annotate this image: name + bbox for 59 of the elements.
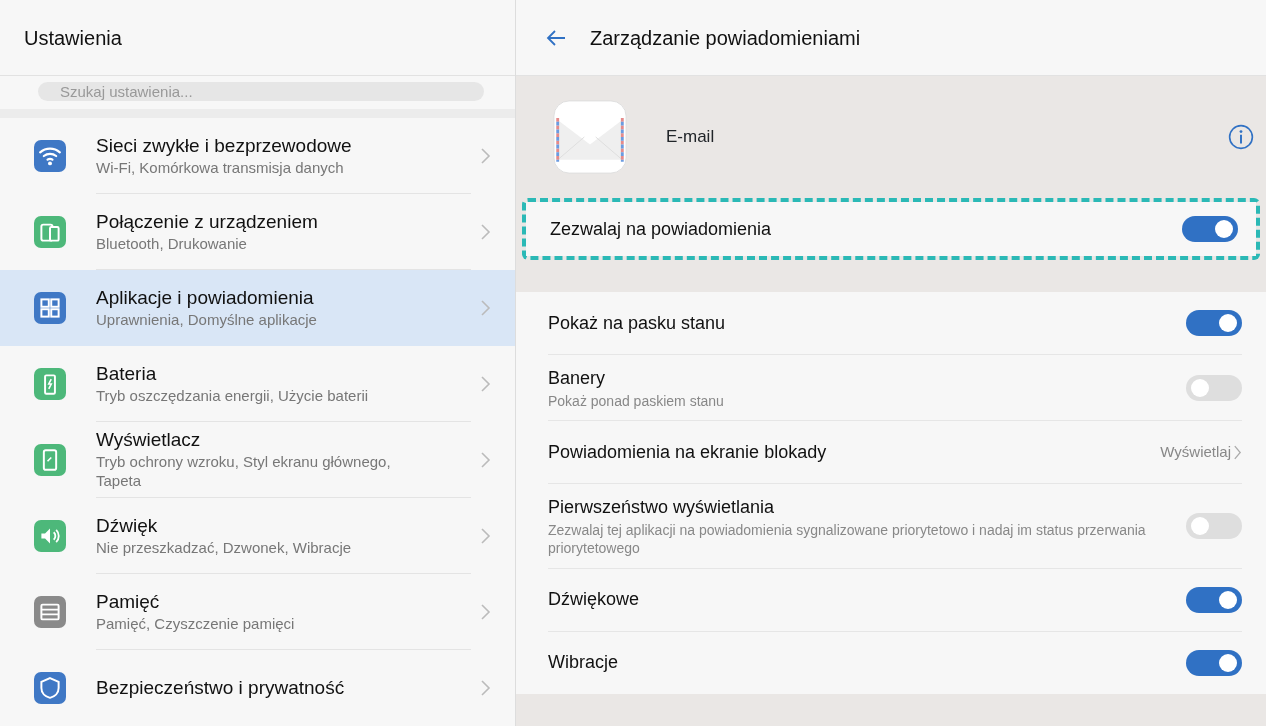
chevron-icon: [479, 147, 491, 165]
toggle-switch[interactable]: [1186, 649, 1242, 676]
item-subtitle: Bluetooth, Drukowanie: [96, 233, 248, 254]
toggle-switch[interactable]: [1186, 374, 1242, 401]
search-field[interactable]: Szukaj ustawienia...: [38, 82, 484, 101]
wifi-icon: [34, 140, 66, 172]
item-subtitle: Tryb ochrony wzroku, Styl ekranu głównego, Tapeta: [96, 451, 392, 491]
setting-label: Dźwiękowe: [548, 588, 641, 612]
setting-label: Pokaż na pasku stanu: [548, 311, 727, 335]
devices-icon: [34, 216, 66, 248]
settings-item[interactable]: Pamięć Pamięć, Czyszczenie pamięci: [0, 574, 515, 650]
chevron-icon: [479, 375, 491, 393]
item-title: Sieci zwykłe i bezprzewodowe: [96, 133, 353, 158]
setting-description: Zezwalaj tej aplikacji na powiadomienia sygnalizowane priorytetowo i nadaj im status przerwania priorytetowego: [548, 521, 1147, 558]
item-subtitle: Tryb oszczędzania energii, Użycie baterii: [96, 385, 370, 406]
chevron-icon: [479, 299, 491, 317]
shield-icon: [34, 672, 66, 704]
item-subtitle: Uprawnienia, Domyślne aplikacje: [96, 310, 318, 330]
item-title: Pamięć: [96, 589, 161, 614]
chevron-icon: [479, 451, 491, 469]
toggle-switch[interactable]: [1186, 512, 1242, 539]
item-title: Bezpieczeństwo i prywatność: [96, 676, 346, 700]
app-name: E-mail: [666, 126, 716, 149]
item-subtitle: Pamięć, Czyszczenie pamięci: [96, 613, 296, 634]
info-icon[interactable]: [1228, 124, 1254, 150]
settings-item[interactable]: Sieci zwykłe i bezprzewodowe Wi-Fi, Komórkowa transmisja danych: [0, 118, 515, 194]
chevron-icon: [1233, 443, 1242, 461]
setting-label: Powiadomienia na ekranie blokady: [548, 440, 828, 464]
settings-item[interactable]: Bateria Tryb oszczędzania energii, Użycie baterii: [0, 346, 515, 422]
setting-label: Pierwszeństwo wyświetlania: [548, 496, 776, 520]
settings-item[interactable]: Dźwięk Nie przeszkadzać, Dzwonek, Wibracje: [0, 498, 515, 574]
item-title: Aplikacje i powiadomienia: [96, 286, 315, 311]
envelope-icon: [552, 99, 628, 175]
chevron-icon: [479, 603, 491, 621]
setting-label: Banery: [548, 367, 607, 390]
item-title: Wyświetlacz: [96, 428, 202, 452]
setting-label: Zezwalaj na powiadomienia: [550, 217, 773, 241]
toggle-switch[interactable]: [1186, 586, 1242, 613]
battery-icon: [34, 368, 66, 400]
chevron-icon: [479, 223, 491, 241]
chevron-icon: [479, 679, 491, 697]
toggle-switch[interactable]: [1182, 216, 1238, 242]
item-title: Połączenie z urządzeniem: [96, 209, 319, 234]
speaker-icon: [34, 520, 66, 552]
grid-icon: [34, 292, 66, 324]
settings-item[interactable]: Wyświetlacz Tryb ochrony wzroku, Styl ekranu głównego, Tapeta: [0, 422, 515, 498]
setting-label: Wibracje: [548, 651, 619, 675]
settings-item[interactable]: Bezpieczeństwo i prywatność: [0, 650, 515, 726]
chevron-icon: [479, 527, 491, 545]
settings-item[interactable]: Aplikacje i powiadomienia Uprawnienia, Domyślne aplikacje: [0, 270, 515, 346]
item-title: Dźwięk: [96, 513, 159, 538]
item-subtitle: Nie przeszkadzać, Dzwonek, Wibracje: [96, 537, 353, 558]
item-title: Bateria: [96, 361, 158, 386]
storage-icon: [34, 596, 66, 628]
page-title: Zarządzanie powiadomieniami: [590, 25, 861, 51]
phone-icon: [34, 444, 66, 476]
toggle-switch[interactable]: [1186, 310, 1242, 336]
setting-description: Pokaż ponad paskiem stanu: [548, 392, 725, 411]
item-subtitle: Wi-Fi, Komórkowa transmisja danych: [96, 157, 345, 178]
